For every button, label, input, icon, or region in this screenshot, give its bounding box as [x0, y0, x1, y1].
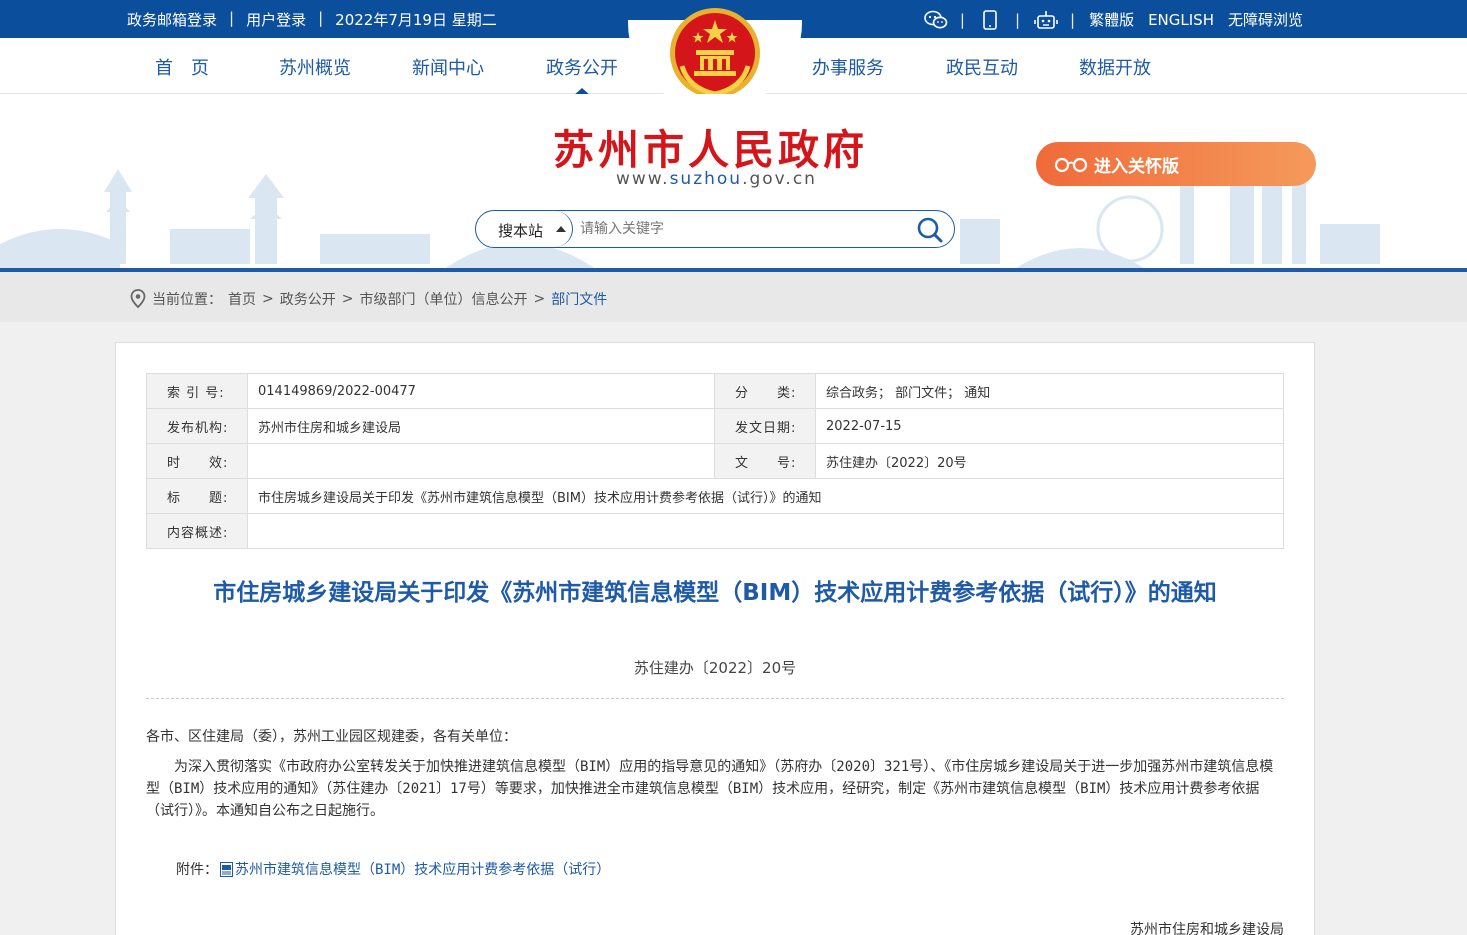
- care-version-label: 进入关怀版: [1094, 157, 1179, 177]
- breadcrumb-item-gov-affairs[interactable]: 政务公开: [280, 289, 336, 309]
- search-input[interactable]: [580, 217, 900, 241]
- document-title: 市住房城乡建设局关于印发《苏州市建筑信息模型（BIM）技术应用计费参考依据（试行…: [213, 580, 1217, 606]
- url-suffix: .gov.cn: [742, 169, 817, 189]
- document-meta-table: 索 引 号: 014149869/2022-00477 分 类: 综合政务； 部…: [146, 373, 1284, 549]
- separator: |: [1070, 10, 1076, 29]
- location-pin-icon: [130, 289, 146, 309]
- content-panel: 索 引 号: 014149869/2022-00477 分 类: 综合政务； 部…: [115, 342, 1315, 935]
- meta-category-label: 分 类:: [714, 373, 816, 409]
- meta-summary-value: [247, 513, 1284, 549]
- site-search: 搜本站: [475, 210, 955, 248]
- table-row: 标 题: 市住房城乡建设局关于印发《苏州市建筑信息模型（BIM）技术应用计费参考…: [146, 478, 1284, 514]
- table-row: 索 引 号: 014149869/2022-00477 分 类: 综合政务； 部…: [146, 373, 1284, 409]
- meta-title-label: 标 题:: [146, 478, 248, 514]
- nav-item-interaction[interactable]: 政民互动: [946, 54, 1018, 80]
- meta-publisher-label: 发布机构:: [146, 408, 248, 444]
- top-bar-left: 政务邮箱登录 | 用户登录 | 2022年7月19日 星期二: [127, 9, 497, 30]
- separator: |: [318, 9, 324, 27]
- url-domain: suzhou: [669, 169, 743, 189]
- meta-date-value: 2022-07-15: [815, 408, 1284, 444]
- document-body: 各市、区住建局（委），苏州工业园区规建委，各有关单位： 为深入贯彻落实《市政府办…: [146, 726, 1284, 822]
- breadcrumb-separator: >: [341, 291, 354, 307]
- care-version-button[interactable]: 进入关怀版: [1036, 142, 1318, 186]
- breadcrumb-inner: 当前位置： 首页 > 政务公开 > 市级部门（单位）信息公开 > 部门文件: [130, 289, 607, 309]
- search-scope-dropdown[interactable]: 搜本站: [476, 211, 573, 247]
- national-emblem-icon: [668, 6, 762, 100]
- traditional-chinese-link[interactable]: 繁體版: [1089, 9, 1134, 30]
- breadcrumb-separator: >: [533, 291, 546, 307]
- top-bar-right: | | | 繁體版 ENGLISH 无障碍浏览: [924, 9, 1303, 30]
- wechat-icon[interactable]: [924, 10, 948, 30]
- meta-validity-value: [247, 443, 715, 479]
- document-number: 苏住建办〔2022〕20号: [633, 659, 797, 677]
- attachment-label: 附件：: [176, 862, 218, 878]
- nav-item-services[interactable]: 办事服务: [812, 54, 884, 80]
- separator: |: [959, 10, 965, 29]
- meta-summary-label: 内容概述:: [146, 513, 248, 549]
- breadcrumb-item-current[interactable]: 部门文件: [551, 289, 607, 309]
- meta-title-value: 市住房城乡建设局关于印发《苏州市建筑信息模型（BIM）技术应用计费参考依据（试行…: [247, 478, 1284, 514]
- breadcrumb-prefix: 当前位置：: [152, 292, 222, 308]
- search-scope-label: 搜本站: [498, 222, 544, 240]
- separator: |: [229, 9, 235, 27]
- current-date: 2022年7月19日 星期二: [335, 11, 497, 29]
- meta-publisher-value: 苏州市住房和城乡建设局: [247, 408, 715, 444]
- accessible-browse-link[interactable]: 无障碍浏览: [1228, 9, 1303, 30]
- document-salutation: 各市、区住建局（委），苏州工业园区规建委，各有关单位：: [146, 729, 517, 745]
- meta-category-value: 综合政务； 部门文件； 通知: [815, 373, 1284, 409]
- meta-index-value: 014149869/2022-00477: [247, 373, 715, 409]
- nav-item-news[interactable]: 新闻中心: [412, 54, 484, 80]
- meta-docno-value: 苏住建办〔2022〕20号: [815, 443, 1284, 479]
- document-signature: 苏州市住房和城乡建设局: [1130, 922, 1284, 935]
- glasses-icon: [1054, 157, 1088, 173]
- attachment-row: 附件： 苏州市建筑信息模型（BIM）技术应用计费参考依据（试行）: [176, 859, 610, 879]
- word-file-icon: [220, 862, 233, 877]
- nav-item-overview[interactable]: 苏州概览: [279, 54, 351, 80]
- mobile-icon[interactable]: [979, 9, 1001, 30]
- url-prefix: www.: [616, 169, 670, 189]
- english-link[interactable]: ENGLISH: [1148, 11, 1214, 29]
- table-row: 内容概述:: [146, 513, 1284, 549]
- breadcrumb-separator: >: [262, 291, 274, 307]
- robot-icon[interactable]: [1034, 10, 1058, 30]
- caret-up-icon: [556, 226, 566, 232]
- attachment-link[interactable]: 苏州市建筑信息模型（BIM）技术应用计费参考依据（试行）: [235, 862, 610, 878]
- nav-item-open-data[interactable]: 数据开放: [1079, 54, 1151, 80]
- site-title: 苏州市人民政府: [553, 126, 868, 174]
- breadcrumb-item-home[interactable]: 首页: [228, 289, 256, 309]
- site-url: www.suzhou.gov.cn: [616, 169, 817, 189]
- search-icon[interactable]: [916, 216, 944, 244]
- meta-validity-label: 时 效:: [146, 443, 248, 479]
- document-paragraph: 为深入贯彻落实《市政府办公室转发关于加快推进建筑信息模型（BIM）应用的指导意见…: [146, 759, 1274, 819]
- nav-item-home[interactable]: 首 页: [155, 54, 209, 80]
- user-login-link[interactable]: 用户登录: [246, 9, 306, 30]
- meta-date-label: 发文日期:: [714, 408, 816, 444]
- meta-index-label: 索 引 号:: [146, 373, 248, 409]
- table-row: 时 效: 文 号: 苏住建办〔2022〕20号: [146, 443, 1284, 479]
- site-header: 苏州市人民政府 www.suzhou.gov.cn 进入关怀版 搜本站: [0, 94, 1467, 272]
- mail-login-link[interactable]: 政务邮箱登录: [127, 9, 217, 30]
- meta-docno-label: 文 号:: [714, 443, 816, 479]
- nav-item-gov-affairs[interactable]: 政务公开: [546, 54, 618, 96]
- divider: [146, 698, 1284, 699]
- breadcrumb-item-departments[interactable]: 市级部门（单位）信息公开: [359, 289, 527, 309]
- table-row: 发布机构: 苏州市住房和城乡建设局 发文日期: 2022-07-15: [146, 408, 1284, 444]
- separator: |: [1014, 10, 1020, 29]
- breadcrumb: 当前位置： 首页 > 政务公开 > 市级部门（单位）信息公开 > 部门文件: [0, 272, 1467, 322]
